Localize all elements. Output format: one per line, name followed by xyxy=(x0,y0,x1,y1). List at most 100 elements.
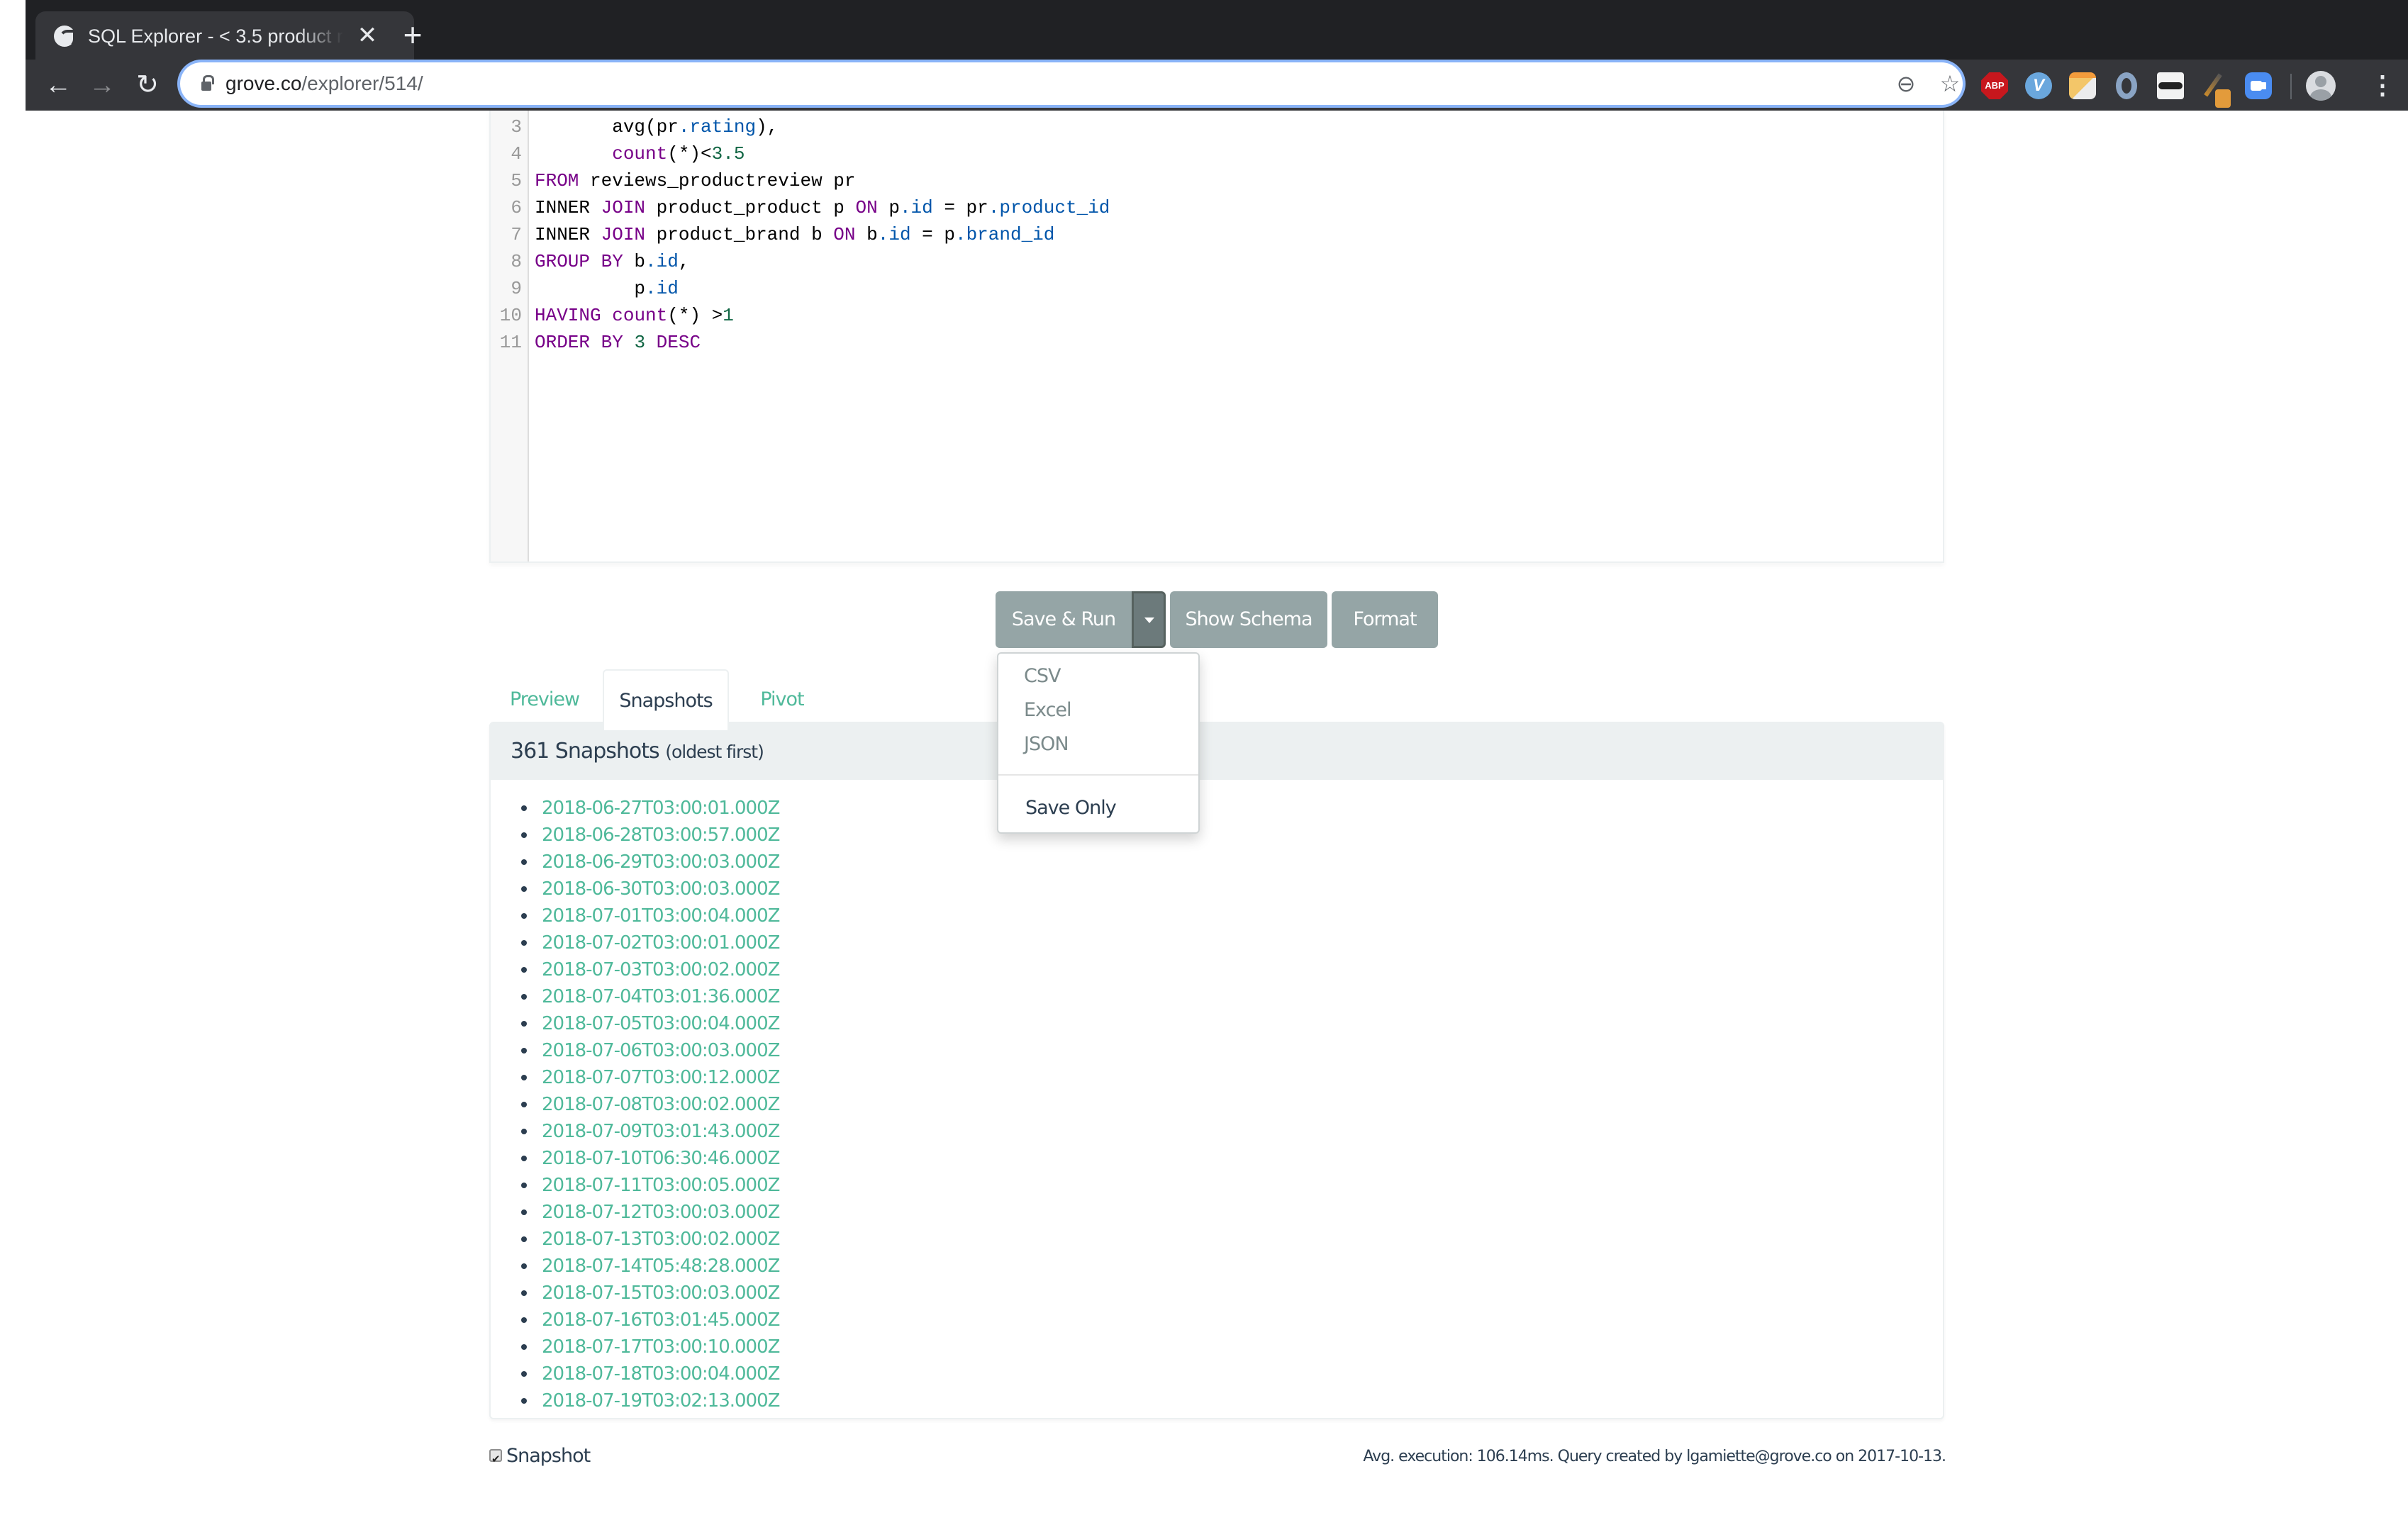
snapshot-link[interactable]: 2018-07-05T03:00:04.000Z xyxy=(542,1013,780,1034)
snapshot-link[interactable]: 2018-07-04T03:01:36.000Z xyxy=(542,986,780,1007)
snapshot-link[interactable]: 2018-07-18T03:00:04.000Z xyxy=(542,1363,780,1385)
forward-arrow-icon[interactable]: → xyxy=(84,67,121,104)
line-number: 8 xyxy=(511,251,522,272)
snapshot-link[interactable]: 2018-07-19T03:02:13.000Z xyxy=(542,1390,780,1412)
query-metadata: Avg. execution: 106.14ms. Query created … xyxy=(1363,1448,1946,1465)
code-token: ON xyxy=(833,224,856,245)
code-token: DESC xyxy=(656,332,701,353)
address-bar[interactable]: grove.co/explorer/514/ ⊖ ☆ xyxy=(180,62,1963,105)
snapshot-link[interactable]: 2018-07-08T03:00:02.000Z xyxy=(542,1094,780,1115)
tab-snapshots[interactable]: Snapshots xyxy=(603,669,729,730)
notes-extension-icon[interactable] xyxy=(2069,72,2096,99)
lock-icon[interactable] xyxy=(201,75,214,91)
code-token: .brand_id xyxy=(954,224,1055,245)
ring-extension-icon[interactable] xyxy=(2116,72,2137,99)
snapshot-link[interactable]: 2018-07-09T03:01:43.000Z xyxy=(542,1121,780,1142)
snapshot-link[interactable]: 2018-07-02T03:00:01.000Z xyxy=(542,932,780,954)
code-token: , xyxy=(678,251,690,272)
bookmark-star-icon[interactable]: ☆ xyxy=(1936,69,1964,98)
snapshot-link[interactable]: 2018-06-28T03:00:57.000Z xyxy=(542,825,780,846)
code-token: avg(pr xyxy=(535,116,679,138)
snapshot-link[interactable]: 2018-07-06T03:00:03.000Z xyxy=(542,1040,780,1061)
adblock-plus-extension-icon[interactable]: ABP xyxy=(1981,72,2008,99)
code-text: count(*)<3.5 xyxy=(535,140,745,167)
snapshot-link[interactable]: 2018-07-12T03:00:03.000Z xyxy=(542,1202,780,1223)
code-line[interactable]: 10 HAVING count(*) >1 xyxy=(491,302,1943,329)
back-arrow-icon[interactable]: ← xyxy=(40,67,77,104)
code-token: .id xyxy=(645,278,679,299)
code-text: INNER JOIN product_product p ON p.id = p… xyxy=(535,194,1110,221)
show-schema-button[interactable]: Show Schema xyxy=(1170,591,1327,648)
vimium-extension-icon[interactable]: V xyxy=(2025,72,2052,99)
snapshot-link[interactable]: 2018-07-13T03:00:02.000Z xyxy=(542,1229,780,1250)
snapshot-checkbox[interactable] xyxy=(489,1446,502,1472)
code-line[interactable]: 4 count(*)<3.5 xyxy=(491,140,1943,167)
menu-item-json[interactable]: JSON xyxy=(1024,732,1069,757)
new-tab-button[interactable]: + xyxy=(391,16,434,54)
browser-tab-title: SQL Explorer - < 3.5 product reviews xyxy=(88,26,343,47)
code-token: 1 xyxy=(723,305,734,326)
snapshot-link[interactable]: 2018-07-14T05:48:28.000Z xyxy=(542,1256,780,1277)
code-line[interactable]: 6 INNER JOIN product_product p ON p.id = … xyxy=(491,194,1943,221)
code-line[interactable]: 9 p.id xyxy=(491,275,1943,302)
code-token: JOIN xyxy=(601,224,646,245)
close-tab-icon[interactable]: ✕ xyxy=(355,23,380,48)
code-token: b xyxy=(623,251,646,272)
snapshot-link[interactable]: 2018-07-17T03:00:10.000Z xyxy=(542,1336,780,1358)
menu-item-excel[interactable]: Excel xyxy=(1024,698,1072,723)
snapshot-list-item: 2018-07-13T03:00:02.000Z xyxy=(511,1225,780,1252)
code-token: .id xyxy=(645,251,679,272)
code-line[interactable]: 5 FROM reviews_productreview pr xyxy=(491,167,1943,194)
snapshot-list-item: 2018-06-29T03:00:03.000Z xyxy=(511,848,780,875)
reload-icon[interactable]: ↻ xyxy=(129,67,166,104)
snapshot-link[interactable]: 2018-06-30T03:00:03.000Z xyxy=(542,878,780,900)
profile-avatar-icon[interactable] xyxy=(2306,71,2336,101)
incognito-mask-extension-icon[interactable] xyxy=(2157,72,2184,99)
url-text[interactable]: grove.co/explorer/514/ xyxy=(225,71,423,96)
browser-toolbar: ← → ↻ grove.co/explorer/514/ ⊖ ☆ ABP V ⋮ xyxy=(26,60,2408,111)
snapshot-link[interactable]: 2018-07-11T03:00:05.000Z xyxy=(542,1175,780,1196)
snapshot-checkbox-field[interactable]: Snapshot xyxy=(489,1443,591,1472)
save-and-run-button[interactable]: Save & Run xyxy=(996,591,1132,648)
color-dropper-extension-icon[interactable] xyxy=(2200,72,2231,108)
snapshot-link[interactable]: 2018-07-03T03:00:02.000Z xyxy=(542,959,780,980)
code-text: HAVING count(*) >1 xyxy=(535,302,734,329)
sql-editor[interactable]: 3 avg(pr.rating), 4 count(*)<3.5 5 FROM rev… xyxy=(489,111,1944,563)
browser-tab-active[interactable]: SQL Explorer - < 3.5 product reviews ✕ xyxy=(35,11,414,60)
code-line[interactable]: 8 GROUP BY b.id, xyxy=(491,248,1943,275)
code-token: ORDER BY xyxy=(535,332,623,353)
menu-item-save-only[interactable]: Save Only xyxy=(1025,795,1117,821)
line-number: 7 xyxy=(511,224,522,245)
snapshot-link[interactable]: 2018-06-27T03:00:01.000Z xyxy=(542,798,780,819)
code-token: ), xyxy=(756,116,779,138)
format-button[interactable]: Format xyxy=(1332,591,1438,648)
snapshot-list-item: 2018-06-28T03:00:57.000Z xyxy=(511,821,780,848)
page-content: 3 avg(pr.rating), 4 count(*)<3.5 5 FROM rev… xyxy=(26,111,2408,1520)
snapshot-list-item: 2018-07-19T03:02:13.000Z xyxy=(511,1387,780,1414)
code-token: .id xyxy=(877,224,911,245)
save-options-dropdown-toggle[interactable] xyxy=(1132,591,1166,648)
line-number: 3 xyxy=(511,116,522,138)
code-line[interactable]: 3 avg(pr.rating), xyxy=(491,113,1943,140)
snapshot-link[interactable]: 2018-07-10T06:30:46.000Z xyxy=(542,1148,780,1169)
zoom-out-icon[interactable]: ⊖ xyxy=(1892,69,1920,98)
code-token: product_brand b xyxy=(645,224,834,245)
browser-menu-icon[interactable]: ⋮ xyxy=(2370,68,2395,102)
zoom-video-extension-icon[interactable] xyxy=(2245,72,2272,99)
snapshot-link[interactable]: 2018-07-15T03:00:03.000Z xyxy=(542,1282,780,1304)
code-line[interactable]: 11 ORDER BY 3 DESC xyxy=(491,329,1943,356)
code-token: reviews_productreview pr xyxy=(579,170,856,191)
line-number: 5 xyxy=(511,170,522,191)
snapshot-list-item: 2018-07-10T06:30:46.000Z xyxy=(511,1144,780,1171)
snapshot-link[interactable]: 2018-07-16T03:01:45.000Z xyxy=(542,1309,780,1331)
code-text: avg(pr.rating), xyxy=(535,113,778,140)
snapshot-link[interactable]: 2018-07-07T03:00:12.000Z xyxy=(542,1067,780,1088)
snapshots-heading: 361 Snapshots (oldest first) xyxy=(511,737,764,766)
code-token: ON xyxy=(855,197,878,218)
menu-item-csv[interactable]: CSV xyxy=(1024,664,1061,689)
code-line[interactable]: 7 INNER JOIN product_brand b ON b.id = p.… xyxy=(491,221,1943,248)
snapshot-link[interactable]: 2018-07-01T03:00:04.000Z xyxy=(542,905,780,927)
snapshot-link[interactable]: 2018-06-29T03:00:03.000Z xyxy=(542,851,780,873)
